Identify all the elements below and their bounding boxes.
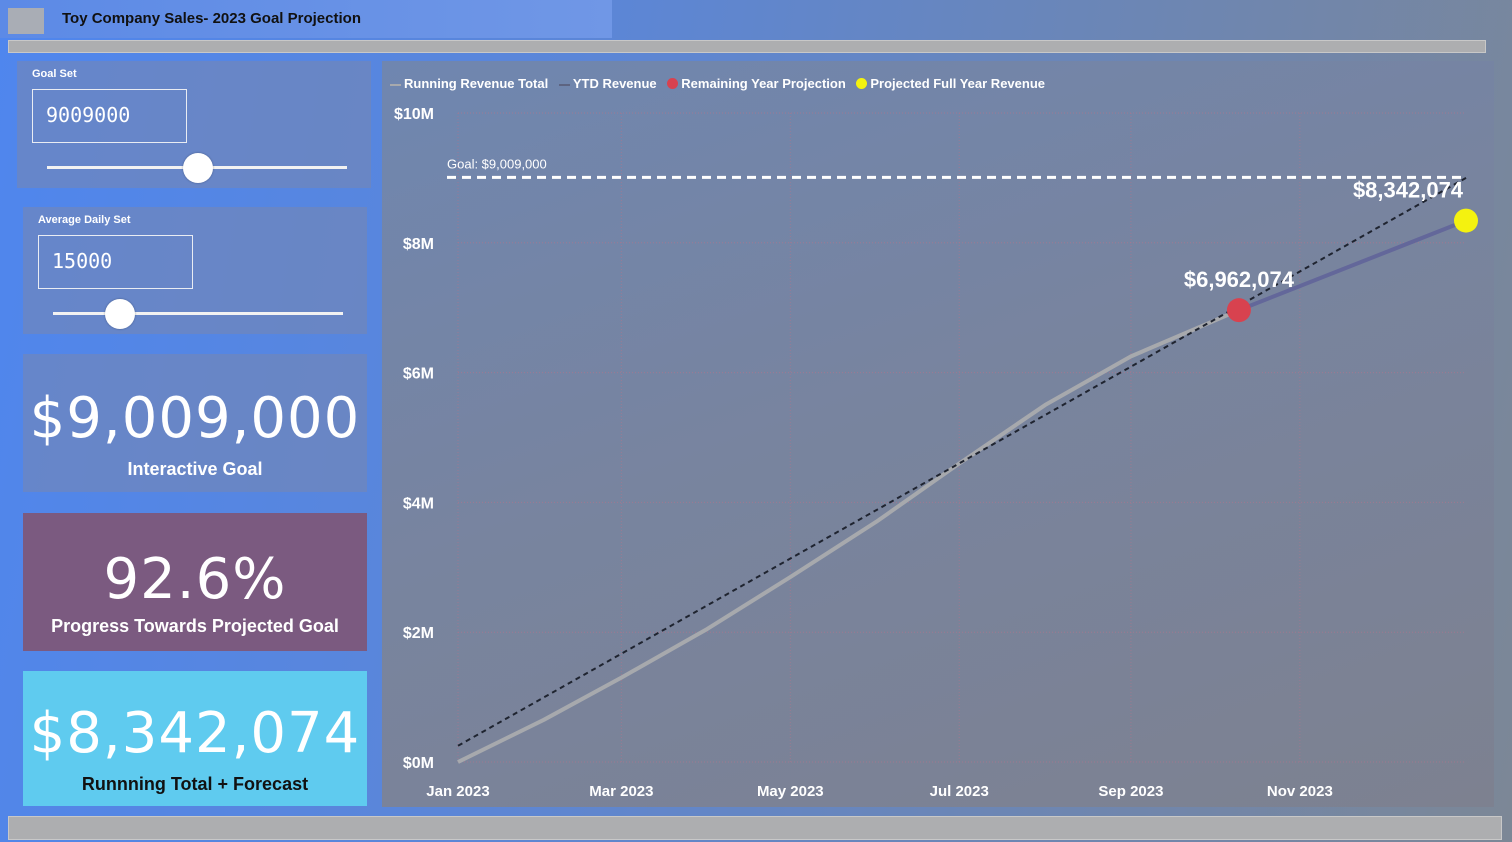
marker-label: $8,342,074 — [1353, 178, 1464, 203]
progress-value: 92.6% — [103, 547, 287, 612]
y-tick-label: $4M — [403, 495, 434, 512]
progress-label: Progress Towards Projected Goal — [51, 616, 339, 636]
revenue-projection-chart: Running Revenue Total YTD Revenue Remain… — [382, 61, 1494, 807]
average-daily-set-input[interactable]: 15000 — [38, 235, 193, 289]
goal-set-slicer: Goal Set 9009000 — [17, 61, 371, 188]
running-total-value: $8,342,074 — [29, 701, 361, 766]
y-tick-label: $0M — [403, 755, 434, 772]
x-tick-label: May 2023 — [757, 783, 824, 800]
average-daily-set-slider-handle[interactable] — [105, 299, 135, 329]
x-tick-label: Jan 2023 — [426, 783, 489, 800]
y-tick-label: $6M — [403, 366, 434, 383]
y-tick-label: $8M — [403, 236, 434, 253]
interactive-goal-card: $9,009,000 Interactive Goal — [23, 354, 367, 492]
x-tick-label: Nov 2023 — [1267, 783, 1333, 800]
trend-line — [457, 177, 1467, 747]
interactive-goal-value: $9,009,000 — [29, 386, 361, 451]
y-tick-label: $10M — [394, 106, 434, 123]
marker-projected-full-year-revenue — [1454, 208, 1478, 233]
marker-remaining-year-projection — [1226, 298, 1251, 323]
app-icon — [8, 8, 44, 34]
goal-set-label: Goal Set — [32, 68, 77, 80]
chart-plot: $0M $2M $4M $6M $8M $10M Jan 2023 Mar 2023 May 2… — [394, 106, 1478, 800]
goal-line-label: Goal: $9,009,000 — [447, 156, 547, 171]
x-tick-label: Mar 2023 — [589, 783, 653, 800]
x-tick-label: Jul 2023 — [930, 783, 989, 800]
marker-label: $6,962,074 — [1184, 267, 1295, 292]
y-tick-label: $2M — [403, 625, 434, 642]
top-scrollbar[interactable] — [8, 40, 1486, 53]
bottom-scrollbar[interactable] — [8, 816, 1502, 840]
series-running-revenue-total — [457, 308, 1240, 764]
goal-set-input[interactable]: 9009000 — [32, 89, 187, 143]
running-total-label: Runnning Total + Forecast — [81, 774, 309, 794]
series-remaining-year-projection — [1238, 218, 1467, 313]
average-daily-set-slider-track[interactable] — [53, 312, 343, 315]
progress-card: 92.6% Progress Towards Projected Goal — [23, 513, 367, 651]
average-daily-set-label: Average Daily Set — [38, 214, 131, 226]
goal-set-slider-handle[interactable] — [183, 153, 213, 183]
interactive-goal-label: Interactive Goal — [127, 459, 263, 479]
title-bar: Toy Company Sales- 2023 Goal Projection — [0, 0, 612, 38]
average-daily-set-slicer: Average Daily Set 15000 — [23, 207, 367, 334]
x-tick-label: Sep 2023 — [1098, 783, 1163, 800]
running-total-card: $8,342,074 Runnning Total + Forecast — [23, 671, 367, 806]
page-title: Toy Company Sales- 2023 Goal Projection — [62, 10, 361, 27]
